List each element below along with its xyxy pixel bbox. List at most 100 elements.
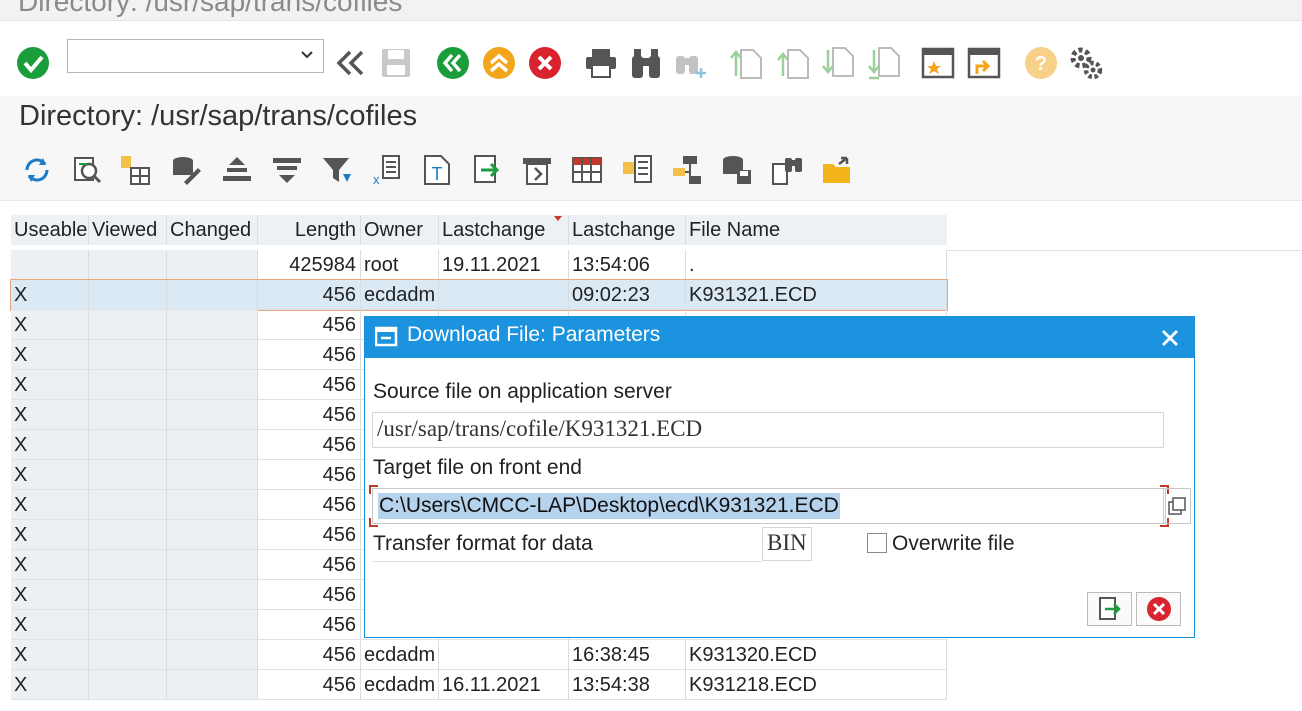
cell-viewed[interactable] — [89, 460, 167, 490]
cell-changed[interactable] — [167, 550, 258, 580]
cell-length[interactable]: 456 — [258, 280, 361, 310]
collapse-command-button[interactable] — [333, 45, 369, 81]
value-help-button[interactable] — [1163, 488, 1191, 524]
column-header-changed[interactable]: Changed — [167, 215, 258, 245]
cell-useable[interactable]: X — [11, 490, 89, 520]
table-row[interactable]: X 456 ecdadm 16.11.2021 13:54:38 K931218.ECD — [11, 670, 947, 700]
cell-owner[interactable]: ecdadm — [361, 280, 439, 310]
generate-shortcut-button[interactable] — [966, 45, 1002, 81]
cell-length[interactable]: 456 — [258, 490, 361, 520]
print-preview-button[interactable] — [520, 152, 554, 188]
cell-changed[interactable] — [167, 340, 258, 370]
command-input[interactable] — [72, 42, 276, 72]
cell-lastchange-date[interactable] — [439, 640, 569, 670]
cell-length[interactable]: 456 — [258, 520, 361, 550]
first-page-button[interactable] — [728, 45, 764, 81]
source-file-field[interactable]: /usr/sap/trans/cofile/K931321.ECD — [372, 412, 1164, 448]
cell-length[interactable]: 456 — [258, 550, 361, 580]
cell-viewed[interactable] — [89, 370, 167, 400]
cell-length[interactable]: 425984 — [258, 250, 361, 280]
dialog-cancel-button[interactable] — [1136, 592, 1181, 626]
cell-useable[interactable]: X — [11, 610, 89, 640]
cell-changed[interactable] — [167, 460, 258, 490]
cell-viewed[interactable] — [89, 490, 167, 520]
column-header-viewed[interactable]: Viewed — [89, 215, 167, 245]
cell-viewed[interactable] — [89, 670, 167, 700]
cell-changed[interactable] — [167, 610, 258, 640]
cell-useable[interactable]: X — [11, 340, 89, 370]
select-layout-button[interactable] — [118, 152, 152, 188]
cell-changed[interactable] — [167, 670, 258, 700]
cell-lastchange-time[interactable]: 13:54:06 — [569, 250, 686, 280]
cell-length[interactable]: 456 — [258, 340, 361, 370]
cell-file-name[interactable]: K931321.ECD — [686, 280, 947, 310]
text-button[interactable]: T — [420, 152, 454, 188]
cell-useable[interactable]: X — [11, 460, 89, 490]
cell-viewed[interactable] — [89, 280, 167, 310]
cell-viewed[interactable] — [89, 610, 167, 640]
print-button[interactable] — [583, 45, 619, 81]
overwrite-file-checkbox[interactable] — [867, 533, 887, 553]
command-field[interactable] — [67, 39, 324, 73]
cell-lastchange-date[interactable]: 16.11.2021 — [439, 670, 569, 700]
cell-viewed[interactable] — [89, 310, 167, 340]
cell-lastchange-time[interactable]: 16:38:45 — [569, 640, 686, 670]
customize-layout-button[interactable] — [1066, 45, 1106, 81]
cell-owner[interactable]: ecdadm — [361, 670, 439, 700]
cell-viewed[interactable] — [89, 550, 167, 580]
cell-useable[interactable]: X — [11, 370, 89, 400]
cell-lastchange-time[interactable]: 13:54:38 — [569, 670, 686, 700]
cell-length[interactable]: 456 — [258, 610, 361, 640]
column-header-file-name[interactable]: File Name — [686, 215, 947, 245]
find-in-list-button[interactable] — [770, 152, 804, 188]
sort-descending-button[interactable] — [270, 152, 304, 188]
export-button[interactable] — [470, 152, 504, 188]
cell-changed[interactable] — [167, 580, 258, 610]
open-folder-button[interactable] — [820, 152, 854, 188]
cell-changed[interactable] — [167, 310, 258, 340]
cell-length[interactable]: 456 — [258, 670, 361, 700]
previous-page-button[interactable] — [775, 45, 811, 81]
spreadsheet-button[interactable] — [570, 152, 604, 188]
enter-button[interactable] — [15, 45, 51, 81]
cell-useable[interactable] — [11, 250, 89, 280]
total-button[interactable]: x — [370, 152, 404, 188]
cell-useable[interactable]: X — [11, 430, 89, 460]
create-session-button[interactable] — [920, 45, 956, 81]
column-header-useable[interactable]: Useable — [11, 215, 89, 245]
cell-changed[interactable] — [167, 280, 258, 310]
target-file-input[interactable]: C:\Users\CMCC-LAP\Desktop\ecd\K931321.EC… — [369, 485, 1169, 527]
cell-changed[interactable] — [167, 250, 258, 280]
find-button[interactable] — [628, 45, 664, 81]
cell-viewed[interactable] — [89, 520, 167, 550]
cell-changed[interactable] — [167, 400, 258, 430]
continue-button[interactable] — [1087, 592, 1132, 626]
transfer-format-field[interactable]: BIN — [762, 527, 812, 561]
cell-useable[interactable]: X — [11, 400, 89, 430]
cell-useable[interactable]: X — [11, 670, 89, 700]
cell-viewed[interactable] — [89, 340, 167, 370]
filter-button[interactable] — [320, 152, 354, 188]
refresh-button[interactable] — [20, 152, 54, 188]
table-row[interactable]: 425984 root 19.11.2021 13:54:06. — [11, 250, 947, 280]
column-header-lastchange-time[interactable]: Lastchange — [569, 215, 686, 245]
cell-file-name[interactable]: . — [686, 250, 947, 280]
close-icon[interactable] — [1160, 328, 1180, 348]
cell-viewed[interactable] — [89, 640, 167, 670]
details-button[interactable] — [70, 152, 104, 188]
cell-length[interactable]: 456 — [258, 640, 361, 670]
cell-file-name[interactable]: K931320.ECD — [686, 640, 947, 670]
cell-changed[interactable] — [167, 640, 258, 670]
find-next-button[interactable] — [672, 45, 708, 81]
sort-ascending-button[interactable] — [220, 152, 254, 188]
cell-useable[interactable]: X — [11, 310, 89, 340]
cell-viewed[interactable] — [89, 430, 167, 460]
cell-length[interactable]: 456 — [258, 370, 361, 400]
last-page-button[interactable] — [866, 45, 902, 81]
cell-lastchange-time[interactable]: 09:02:23 — [569, 280, 686, 310]
cell-useable[interactable]: X — [11, 640, 89, 670]
table-row[interactable]: X 456 ecdadm 16:38:45 K931320.ECD — [11, 640, 947, 670]
cell-changed[interactable] — [167, 520, 258, 550]
cell-file-name[interactable]: K931218.ECD — [686, 670, 947, 700]
save-to-database-button[interactable] — [720, 152, 754, 188]
